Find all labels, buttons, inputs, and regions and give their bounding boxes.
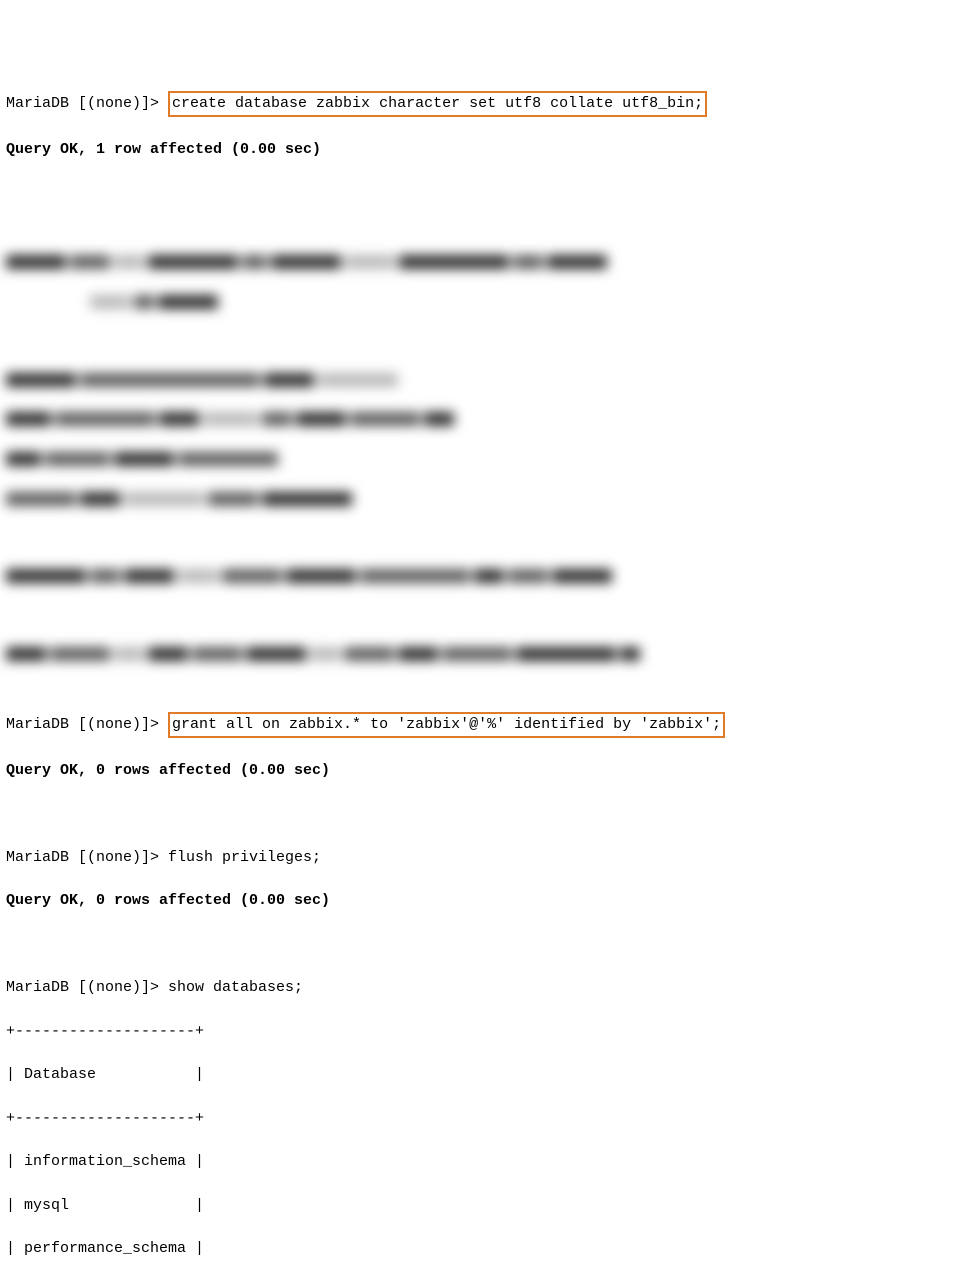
table-border-mid: +--------------------+ <box>6 1108 951 1130</box>
terminal-line-1: MariaDB [(none)]> create database zabbix… <box>6 91 951 117</box>
prompt: MariaDB [(none)]> <box>6 95 168 112</box>
terminal-line-2: MariaDB [(none)]> grant all on zabbix.* … <box>6 712 951 738</box>
blank-line <box>6 182 951 204</box>
highlighted-command-1: create database zabbix character set utf… <box>168 91 707 117</box>
command-3: flush privileges; <box>168 849 321 866</box>
table-header: | Database | <box>6 1064 951 1086</box>
terminal-line-4: MariaDB [(none)]> show databases; <box>6 977 951 999</box>
table-row: | information_schema | <box>6 1151 951 1173</box>
table-row: | performance_schema | <box>6 1238 951 1260</box>
blank-line <box>6 803 951 825</box>
prompt: MariaDB [(none)]> <box>6 979 168 996</box>
query-result-3: Query OK, 0 rows affected (0.00 sec) <box>6 890 951 912</box>
table-row: | mysql | <box>6 1195 951 1217</box>
highlighted-command-2: grant all on zabbix.* to 'zabbix'@'%' id… <box>168 712 725 738</box>
obscured-region <box>6 232 951 685</box>
prompt: MariaDB [(none)]> <box>6 716 168 733</box>
terminal-line-3: MariaDB [(none)]> flush privileges; <box>6 847 951 869</box>
query-result-2: Query OK, 0 rows affected (0.00 sec) <box>6 760 951 782</box>
blank-line <box>6 934 951 956</box>
prompt: MariaDB [(none)]> <box>6 849 168 866</box>
command-4: show databases; <box>168 979 303 996</box>
query-result-1: Query OK, 1 row affected (0.00 sec) <box>6 139 951 161</box>
table-border-top: +--------------------+ <box>6 1021 951 1043</box>
